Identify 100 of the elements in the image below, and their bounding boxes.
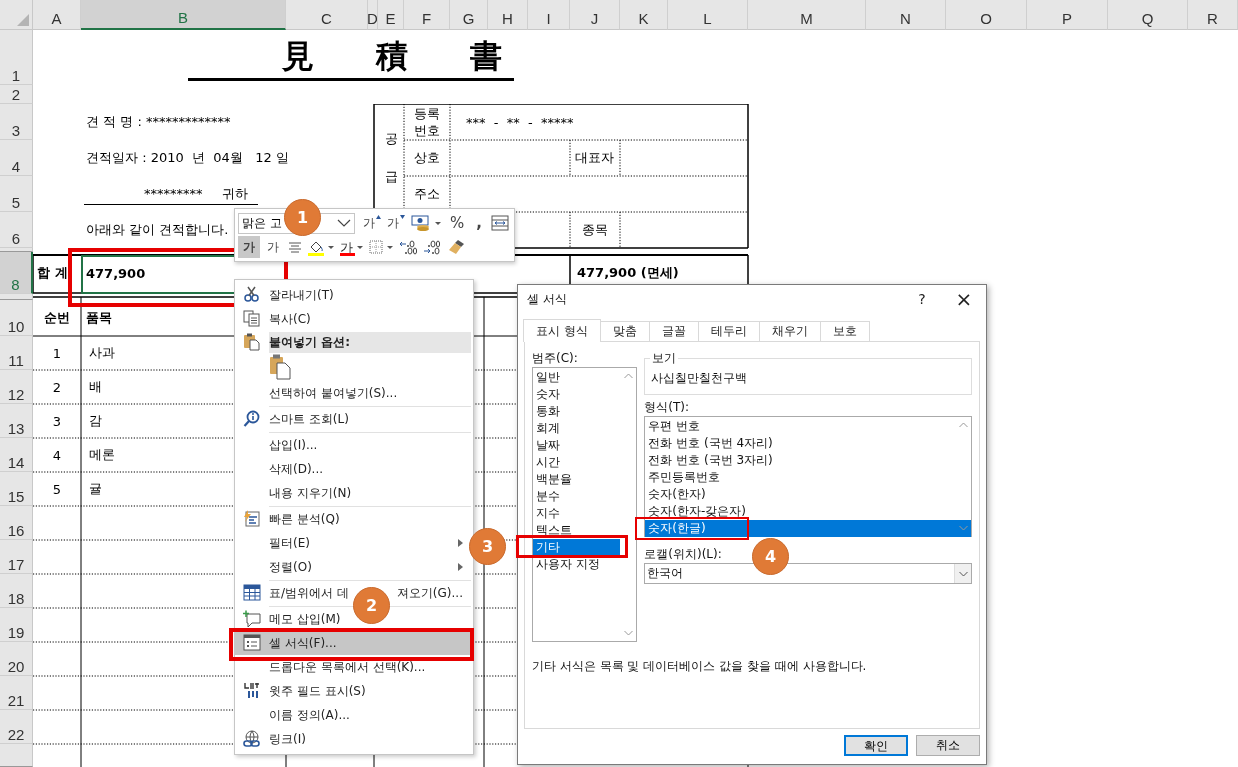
row-header[interactable]: 14 — [0, 438, 33, 472]
column-header[interactable]: B — [81, 0, 286, 30]
row-header[interactable]: 3 — [0, 104, 33, 140]
menu-item[interactable]: 셀 서식(F)... — [235, 631, 473, 655]
locale-dropdown[interactable]: 한국어 — [644, 563, 972, 584]
row-header[interactable]: 12 — [0, 370, 33, 404]
table-label: 상호 — [414, 149, 440, 167]
menu-item[interactable]: 링크(I) — [235, 727, 473, 751]
column-header[interactable]: E — [378, 0, 404, 30]
list-item[interactable]: 주민등록번호 — [645, 469, 955, 486]
table-cell: 1 — [52, 345, 62, 361]
column-header[interactable]: O — [946, 0, 1027, 30]
list-item[interactable]: 전화 번호 (국번 3자리) — [645, 452, 955, 469]
column-header[interactable]: K — [620, 0, 668, 30]
group-label: 보기 — [650, 351, 679, 365]
row-header[interactable]: 17 — [0, 540, 33, 574]
column-header[interactable]: A — [33, 0, 81, 30]
column-header[interactable]: M — [748, 0, 866, 30]
list-item[interactable]: 우편 번호 — [645, 418, 955, 435]
help-button[interactable]: ? — [902, 285, 942, 313]
list-item[interactable]: 회계 — [533, 420, 621, 437]
column-header[interactable]: G — [450, 0, 488, 30]
list-item[interactable]: 텍스트 — [533, 522, 621, 539]
menu-item[interactable]: 빠른 분석(Q) — [235, 507, 473, 531]
list-item[interactable]: 숫자(한자) — [645, 486, 955, 503]
list-item[interactable]: 숫자(한자-갖은자) — [645, 503, 955, 520]
list-item[interactable]: 숫자(한글) — [645, 520, 971, 537]
table-cell: 메론 — [89, 446, 115, 464]
table-cell: 4 — [52, 447, 62, 463]
row-header[interactable]: 11 — [0, 336, 33, 370]
step-number-badge: 3 — [469, 528, 506, 565]
column-header[interactable]: L — [668, 0, 748, 30]
menu-item[interactable]: 드롭다운 목록에서 선택(K)... — [235, 655, 473, 679]
font-color-button[interactable]: 가 — [338, 236, 365, 258]
tab[interactable]: 보호 — [819, 321, 870, 341]
menu-item[interactable]: 선택하여 붙여넣기(S)... — [235, 381, 473, 405]
row-header[interactable]: 4 — [0, 140, 33, 176]
column-header[interactable]: P — [1027, 0, 1108, 30]
type-list[interactable]: 우편 번호 전화 번호 (국번 4자리) 전화 번호 (국번 3자리) 주민등록번호 숫자(한자) 숫자(한자-갖은자) 숫자(한글) — [644, 416, 972, 537]
list-item[interactable]: 분수 — [533, 488, 621, 505]
row-header[interactable]: 21 — [0, 676, 33, 710]
row-header[interactable]: 19 — [0, 608, 33, 642]
menu-item[interactable]: 이름 정의(A)... — [235, 703, 473, 727]
total-value: 477,900 (면세) — [577, 264, 679, 282]
list-item[interactable]: 백분율 — [533, 471, 621, 488]
row-header[interactable]: 13 — [0, 404, 33, 438]
percent-style-button[interactable]: % — [445, 212, 470, 234]
row-header[interactable]: 20 — [0, 642, 33, 676]
cancel-button[interactable]: 취소 — [916, 735, 980, 756]
table-label: 등록 번호 — [414, 105, 440, 139]
increase-font-size-button[interactable]: 가 — [361, 212, 384, 234]
list-item[interactable]: 사용자 지정 — [533, 556, 621, 573]
bold-button[interactable]: 가 — [238, 236, 260, 258]
comma-style-button[interactable]: , — [471, 212, 487, 234]
menu-item[interactable]: 스마트 조회(L) — [235, 407, 473, 431]
supplier-label-character: 공 — [384, 130, 398, 148]
row-header[interactable]: 18 — [0, 574, 33, 608]
column-header[interactable]: H — [488, 0, 528, 30]
column-header[interactable]: N — [866, 0, 946, 30]
row-header[interactable]: 15 — [0, 472, 33, 506]
table-label: 종목 — [582, 221, 608, 239]
field-label: 범주(C): — [532, 350, 578, 366]
list-item[interactable]: 숫자 — [533, 386, 621, 403]
column-header[interactable]: I — [528, 0, 570, 30]
row-header[interactable]: 8 — [0, 252, 33, 294]
row-header[interactable]: 2 — [0, 85, 33, 104]
column-header[interactable]: J — [570, 0, 620, 30]
category-list[interactable]: 일반 숫자 통화 회계 날짜 시간 백분율 분수 지수 텍스트 기타 사용자 지정 — [532, 367, 638, 642]
menu-item[interactable]: 삽입(I)... — [235, 433, 473, 457]
list-item[interactable]: 일반 — [533, 369, 621, 386]
row-header[interactable]: 6 — [0, 212, 33, 248]
list-item[interactable]: 날짜 — [533, 437, 621, 454]
row-header[interactable]: 10 — [0, 300, 33, 336]
field-label: 형식(T): — [644, 399, 689, 415]
close-button[interactable]: × — [942, 285, 986, 313]
menu-item[interactable]: 윗주 필드 표시(S) — [235, 679, 473, 703]
table-cell: 귤 — [89, 480, 102, 498]
ok-button[interactable]: 확인 — [844, 735, 908, 756]
column-header[interactable]: R — [1188, 0, 1238, 30]
row-header[interactable]: 16 — [0, 506, 33, 540]
menu-item[interactable]: 복사(C) — [235, 307, 473, 331]
menu-item[interactable]: 삭제(D)... — [235, 457, 473, 481]
row-header[interactable]: 5 — [0, 176, 33, 212]
menu-section-header: 붙여넣기 옵션: — [269, 331, 471, 353]
row-header[interactable]: 1 — [0, 30, 33, 85]
list-item[interactable]: 통화 — [533, 403, 621, 420]
decrease-font-size-button[interactable]: 가 — [385, 212, 408, 234]
list-item[interactable]: 지수 — [533, 505, 621, 522]
list-item[interactable]: 시간 — [533, 454, 621, 471]
title-character: 見 — [282, 36, 314, 76]
tab[interactable]: 표시 형식 — [523, 319, 601, 342]
column-header[interactable]: C — [286, 0, 368, 30]
italic-button[interactable]: 가 — [262, 236, 284, 258]
row-header[interactable]: 22 — [0, 710, 33, 744]
column-header[interactable]: F — [404, 0, 450, 30]
column-header[interactable]: Q — [1108, 0, 1188, 30]
recipient-text: ********* — [144, 186, 203, 201]
menu-item[interactable]: 잘라내기(T) — [235, 283, 473, 307]
menu-item[interactable]: 내용 지우기(N) — [235, 481, 473, 505]
list-item[interactable]: 전화 번호 (국번 4자리) — [645, 435, 955, 452]
